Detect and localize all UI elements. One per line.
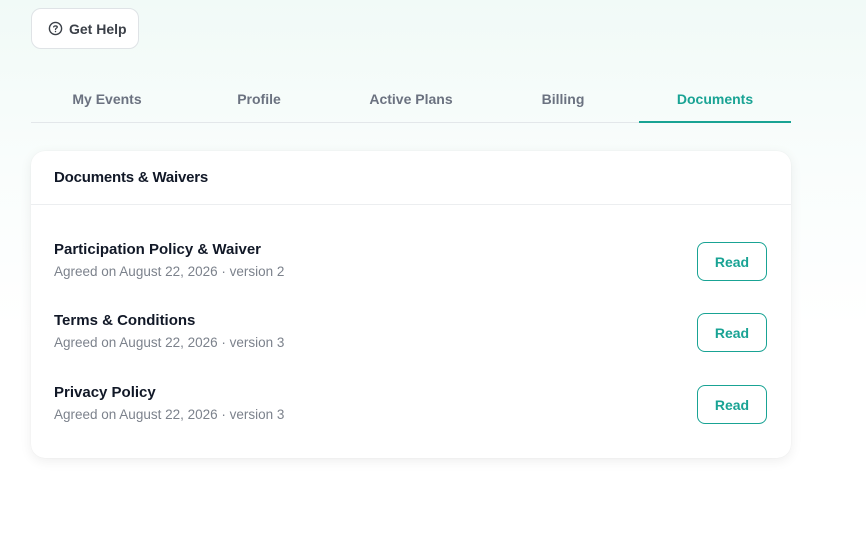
read-button[interactable]: Read — [697, 242, 767, 281]
document-title: Privacy Policy — [54, 384, 156, 401]
documents-card: Documents & Waivers Participation Policy… — [31, 151, 791, 458]
tab-bar: My Events Profile Active Plans Billing D… — [31, 78, 791, 123]
tab-active-plans[interactable]: Active Plans — [335, 78, 487, 122]
document-meta: Agreed on August 22, 2026 · version 2 — [54, 264, 285, 279]
read-button[interactable]: Read — [697, 313, 767, 352]
document-meta: Agreed on August 22, 2026 · version 3 — [54, 335, 285, 350]
document-title: Terms & Conditions — [54, 312, 196, 329]
tab-profile[interactable]: Profile — [183, 78, 335, 122]
tab-billing[interactable]: Billing — [487, 78, 639, 122]
read-button[interactable]: Read — [697, 385, 767, 424]
question-circle-icon — [48, 21, 63, 36]
document-meta: Agreed on August 22, 2026 · version 3 — [54, 407, 285, 422]
tab-documents[interactable]: Documents — [639, 78, 791, 123]
document-row: Participation Policy & Waiver Agreed on … — [54, 241, 767, 281]
tab-my-events[interactable]: My Events — [31, 78, 183, 122]
get-help-label: Get Help — [69, 20, 127, 37]
document-title: Participation Policy & Waiver — [54, 241, 262, 258]
document-row: Terms & Conditions Agreed on August 22, … — [54, 312, 767, 352]
get-help-button[interactable]: Get Help — [31, 8, 139, 49]
card-title: Documents & Waivers — [31, 151, 791, 205]
document-row: Privacy Policy Agreed on August 22, 2026… — [54, 384, 767, 424]
page: Get Help My Events Profile Active Plans … — [0, 0, 866, 547]
